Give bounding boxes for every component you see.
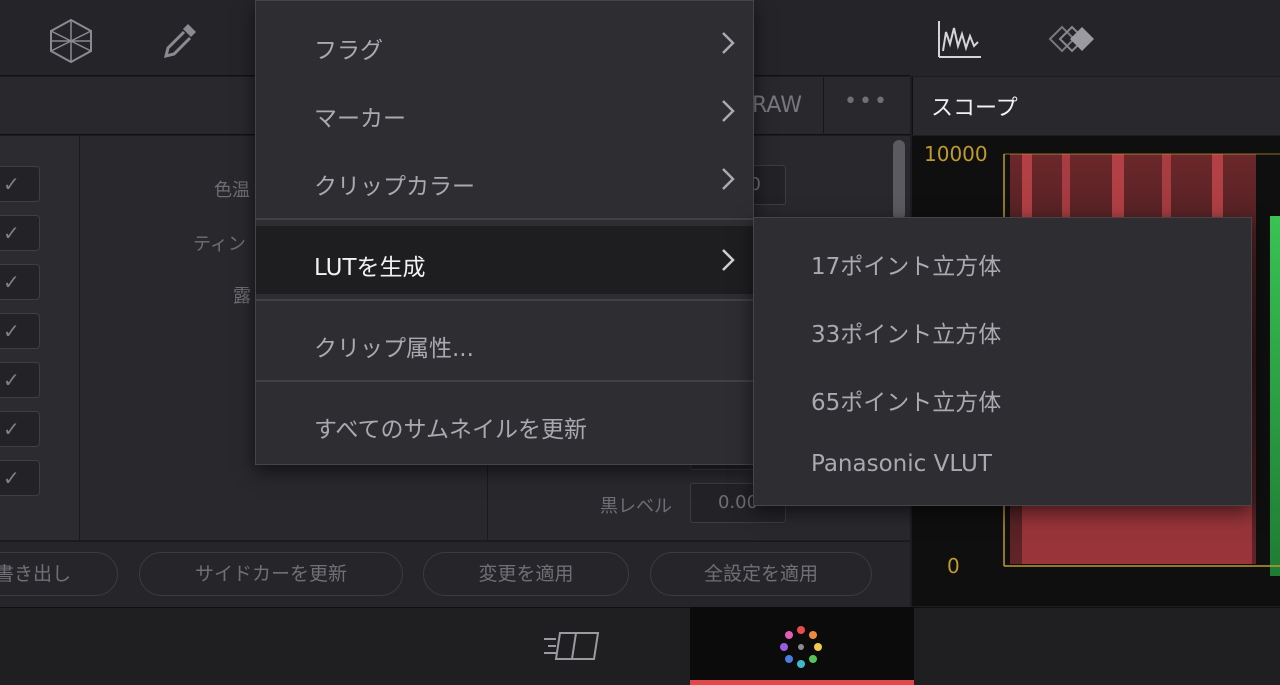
checkbox[interactable]: ✓ — [0, 460, 40, 496]
apply-all-button[interactable]: 全設定を適用 — [650, 552, 872, 596]
tint-label: ティン — [193, 234, 246, 255]
context-menu: フラグ マーカー クリップカラー LUTを生成 クリップ属性... すべてのサム… — [255, 0, 754, 465]
scope-max-label: 10000 — [924, 142, 988, 166]
active-page-indicator — [690, 680, 914, 685]
menu-item-clip-attributes[interactable]: クリップ属性... — [256, 307, 753, 375]
submenu-item-33-point-cube[interactable]: 33ポイント立方体 — [754, 286, 1251, 354]
menu-item-label: LUTを生成 — [314, 255, 426, 281]
apply-changes-button[interactable]: 変更を適用 — [423, 552, 629, 596]
submenu-item-label: 65ポイント立方体 — [811, 390, 1002, 416]
menu-item-label: クリップ属性... — [314, 336, 474, 362]
black-level-label: 黒レベル — [600, 496, 672, 517]
menu-item-label: フラグ — [314, 38, 383, 64]
color-temp-label: 色温 — [214, 180, 250, 201]
node-network-icon[interactable] — [46, 16, 96, 64]
menu-item-refresh-thumbnails[interactable]: すべてのサムネイルを更新 — [256, 388, 753, 456]
scope-waveform-icon[interactable] — [936, 18, 984, 60]
checkbox[interactable]: ✓ — [0, 215, 40, 251]
menu-separator — [256, 380, 753, 382]
menu-item-clip-color[interactable]: クリップカラー — [256, 145, 753, 213]
page-navigation — [0, 607, 1280, 685]
checkbox-column: ✓ ✓ ✓ ✓ ✓ ✓ ✓ — [0, 136, 80, 540]
export-button[interactable]: 書き出し — [0, 552, 118, 596]
scope-min-label: 0 — [947, 554, 960, 578]
panel-scrollbar[interactable] — [893, 140, 905, 220]
chevron-right-icon — [722, 32, 735, 54]
submenu-item-label: Panasonic VLUT — [811, 451, 992, 477]
submenu-item-65-point-cube[interactable]: 65ポイント立方体 — [754, 354, 1251, 422]
tab-raw[interactable]: RAW — [752, 77, 822, 135]
color-page-icon — [780, 626, 822, 668]
checkbox[interactable]: ✓ — [0, 411, 40, 447]
menu-item-label: マーカー — [314, 106, 406, 132]
menu-separator — [256, 299, 753, 301]
checkbox[interactable]: ✓ — [0, 362, 40, 398]
checkbox[interactable]: ✓ — [0, 264, 40, 300]
more-options-button[interactable]: ••• — [823, 77, 909, 135]
exposure-label: 露 — [233, 286, 251, 307]
submenu-item-17-point-cube[interactable]: 17ポイント立方体 — [754, 218, 1251, 286]
scope-title: スコープ — [931, 96, 1018, 121]
chevron-right-icon — [722, 168, 735, 190]
chevron-right-icon — [722, 249, 735, 271]
keyframes-icon[interactable] — [1040, 22, 1096, 56]
checkbox[interactable]: ✓ — [0, 313, 40, 349]
menu-item-marker[interactable]: マーカー — [256, 77, 753, 145]
submenu-item-label: 33ポイント立方体 — [811, 322, 1002, 348]
chevron-right-icon — [722, 100, 735, 122]
menu-item-label: すべてのサムネイルを更新 — [314, 417, 588, 443]
checkbox[interactable]: ✓ — [0, 166, 40, 202]
cut-page-icon[interactable] — [542, 627, 602, 665]
submenu-item-label: 17ポイント立方体 — [811, 254, 1002, 280]
menu-item-flag[interactable]: フラグ — [256, 9, 753, 77]
submenu-item-panasonic-vlut[interactable]: Panasonic VLUT — [754, 422, 1251, 490]
generate-lut-submenu: 17ポイント立方体 33ポイント立方体 65ポイント立方体 Panasonic … — [753, 217, 1252, 506]
update-sidecar-button[interactable]: サイドカーを更新 — [139, 552, 403, 596]
menu-item-label: クリップカラー — [314, 174, 475, 200]
menu-item-generate-lut[interactable]: LUTを生成 — [256, 226, 753, 294]
eyedropper-icon[interactable] — [158, 18, 202, 60]
menu-separator — [256, 218, 753, 220]
color-page-tab[interactable] — [690, 607, 914, 685]
